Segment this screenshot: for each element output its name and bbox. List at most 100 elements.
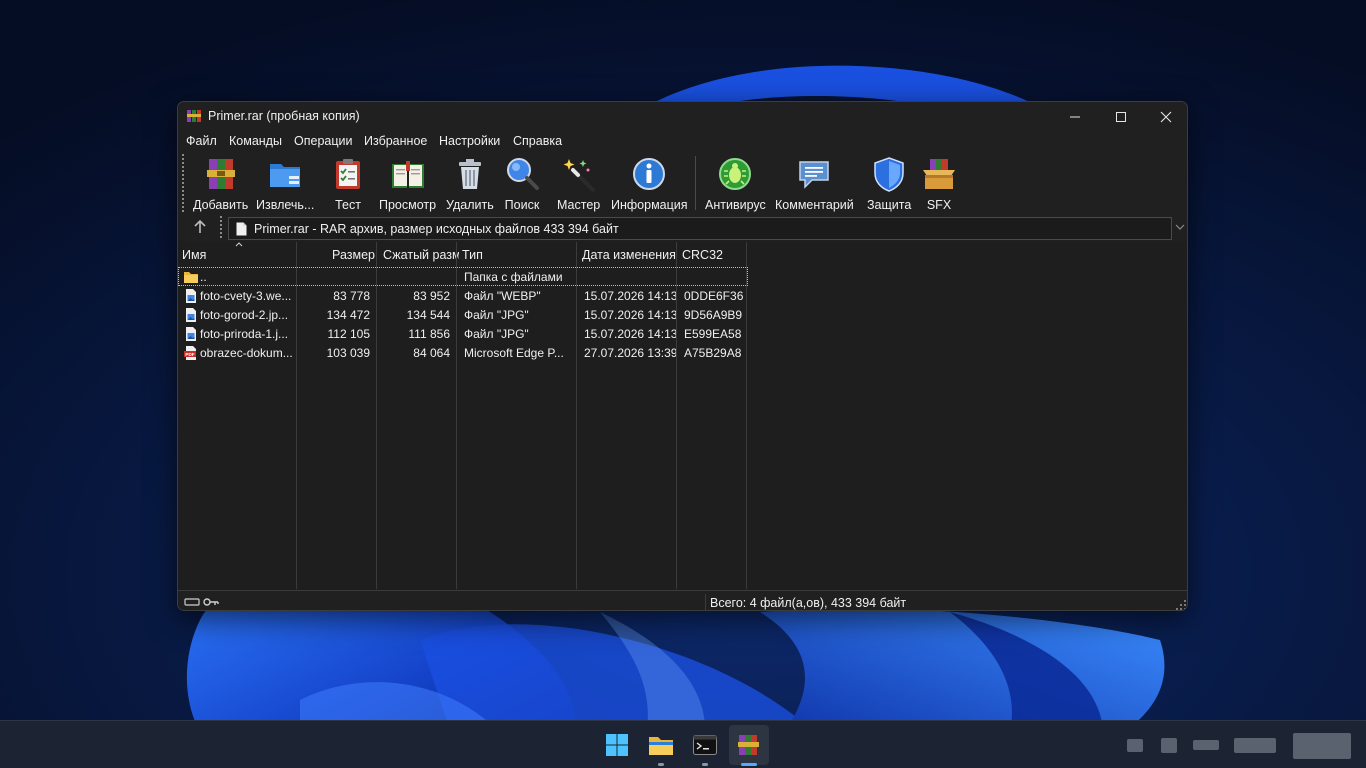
file-packed: 134 544 (406, 308, 450, 322)
file-modified: 27.07.2026 13:39 (584, 346, 676, 360)
extract-label: Извлечь... (256, 198, 315, 212)
file-type: Папка с файлами (464, 270, 563, 284)
pdf-file-icon: PDF (184, 346, 196, 360)
file-name: foto-cvety-3.we... (200, 289, 292, 303)
menu-file[interactable]: Файл (186, 134, 217, 148)
column-header-row: Имя Размер Сжатый разм Тип Дата изменени… (178, 242, 1187, 266)
list-item-parent-folder[interactable]: .. Папка с файлами (178, 267, 748, 286)
antivirus-bug-icon (719, 158, 752, 190)
search-icon (507, 158, 539, 190)
test-button[interactable]: Тест (330, 156, 366, 212)
file-crc: 0DDE6F36 (684, 289, 744, 303)
close-icon (1160, 111, 1172, 122)
wizard-button[interactable]: Мастер (557, 156, 600, 212)
title-bar[interactable]: Primer.rar (пробная копия) (178, 102, 1187, 131)
list-item-file[interactable]: foto-gorod-2.jp... 134 472 134 544 Файл … (178, 305, 748, 324)
list-item-file[interactable]: PDF obrazec-dokum... 103 039 84 064 Micr… (178, 343, 748, 362)
info-button[interactable]: Информация (611, 156, 688, 212)
find-button[interactable]: Поиск (504, 156, 540, 212)
maximize-icon (1116, 111, 1126, 122)
taskbar-terminal[interactable] (685, 725, 725, 766)
file-packed: 111 856 (408, 327, 450, 341)
file-crc: E599EA58 (684, 327, 742, 341)
file-type: Microsoft Edge P... (464, 346, 564, 360)
menu-favorites[interactable]: Избранное (364, 134, 427, 148)
menu-settings[interactable]: Настройки (439, 134, 500, 148)
menu-help[interactable]: Справка (513, 134, 562, 148)
address-bar: Primer.rar - RAR архив, размер исходных … (178, 214, 1187, 241)
comment-bubble-icon (799, 161, 830, 189)
document-icon (236, 222, 247, 236)
sfx-button[interactable]: SFX (921, 156, 957, 212)
add-label: Добавить (193, 198, 249, 212)
winrar-icon (738, 735, 759, 755)
list-item-file[interactable]: foto-cvety-3.we... 83 778 83 952 Файл "W… (178, 286, 748, 305)
resize-grip-icon[interactable] (1176, 600, 1186, 610)
up-arrow-icon[interactable] (192, 219, 208, 235)
magic-wand-icon (563, 159, 595, 192)
add-button[interactable]: Добавить (193, 156, 248, 212)
column-crc[interactable]: CRC32 (682, 242, 746, 266)
status-divider (705, 594, 706, 610)
taskbar-winrar[interactable] (729, 725, 769, 766)
list-item-file[interactable]: foto-priroda-1.j... 112 105 111 856 Файл… (178, 324, 748, 343)
maximize-button[interactable] (1098, 102, 1144, 131)
drive-key-icon[interactable] (184, 596, 220, 608)
winrar-app-icon[interactable] (186, 108, 202, 124)
file-packed: 84 064 (413, 346, 450, 360)
sort-ascending-icon (235, 242, 243, 247)
tray-language-icon[interactable] (1193, 740, 1219, 750)
view-button[interactable]: Просмотр (379, 156, 436, 212)
menu-operations[interactable]: Операции (294, 134, 352, 148)
file-size: 112 105 (327, 327, 371, 341)
image-file-icon (186, 289, 196, 303)
file-modified: 15.07.2026 14:13 (584, 308, 676, 322)
tray-network-volume-icon[interactable] (1234, 738, 1276, 753)
file-name: foto-priroda-1.j... (200, 327, 289, 341)
toolbar: Добавить Извлечь... Тест Просмотр Удалит… (178, 152, 1187, 214)
delete-button[interactable]: Удалить (446, 156, 494, 212)
file-type: Файл "JPG" (464, 308, 529, 322)
delete-label: Удалить (446, 198, 494, 212)
folder-icon (184, 272, 198, 283)
active-indicator (741, 763, 757, 766)
protect-label: Защита (867, 198, 912, 212)
menu-commands[interactable]: Команды (229, 134, 282, 148)
column-packed[interactable]: Сжатый разм (383, 242, 459, 266)
view-label: Просмотр (379, 198, 437, 212)
winrar-window: Primer.rar (пробная копия) Файл Команды … (177, 101, 1188, 611)
address-field[interactable]: Primer.rar - RAR архив, размер исходных … (228, 217, 1172, 240)
address-text: Primer.rar - RAR архив, размер исходных … (254, 222, 619, 236)
tray-clock[interactable] (1293, 733, 1351, 759)
file-packed: 83 952 (413, 289, 450, 303)
virus-label: Антивирус (705, 198, 766, 212)
taskbar-file-explorer[interactable] (641, 725, 681, 766)
window-title: Primer.rar (пробная копия) (208, 109, 360, 123)
column-modified[interactable]: Дата изменения (582, 242, 678, 266)
tray-app-icon[interactable] (1161, 738, 1177, 753)
close-button[interactable] (1143, 102, 1187, 131)
menu-bar: Файл Команды Операции Избранное Настройк… (178, 131, 1187, 152)
comment-button[interactable]: Комментарий (775, 156, 854, 212)
image-file-icon (186, 327, 196, 341)
start-button[interactable] (597, 725, 637, 765)
toolbar-grip[interactable] (182, 154, 184, 212)
virus-scan-button[interactable]: Антивирус (705, 156, 766, 212)
file-size: 103 039 (326, 346, 370, 360)
extract-button[interactable]: Извлечь... (256, 156, 314, 212)
chevron-down-icon[interactable] (1175, 223, 1185, 231)
column-type[interactable]: Тип (462, 242, 576, 266)
protect-button[interactable]: Защита (867, 156, 911, 212)
tray-chevron-icon[interactable] (1127, 739, 1143, 752)
taskbar (0, 720, 1366, 768)
file-crc: 9D56A9B9 (684, 308, 743, 322)
test-clipboard-icon (336, 159, 360, 189)
extract-folder-icon (270, 164, 301, 187)
minimize-button[interactable] (1052, 102, 1098, 131)
column-size[interactable]: Размер (298, 242, 375, 266)
status-text: Всего: 4 файл(а,ов), 433 394 байт (710, 596, 907, 610)
file-name: .. (200, 270, 207, 284)
file-list[interactable]: Имя Размер Сжатый разм Тип Дата изменени… (178, 242, 1187, 589)
windows-start-icon (606, 734, 628, 756)
address-grip[interactable] (220, 216, 222, 238)
